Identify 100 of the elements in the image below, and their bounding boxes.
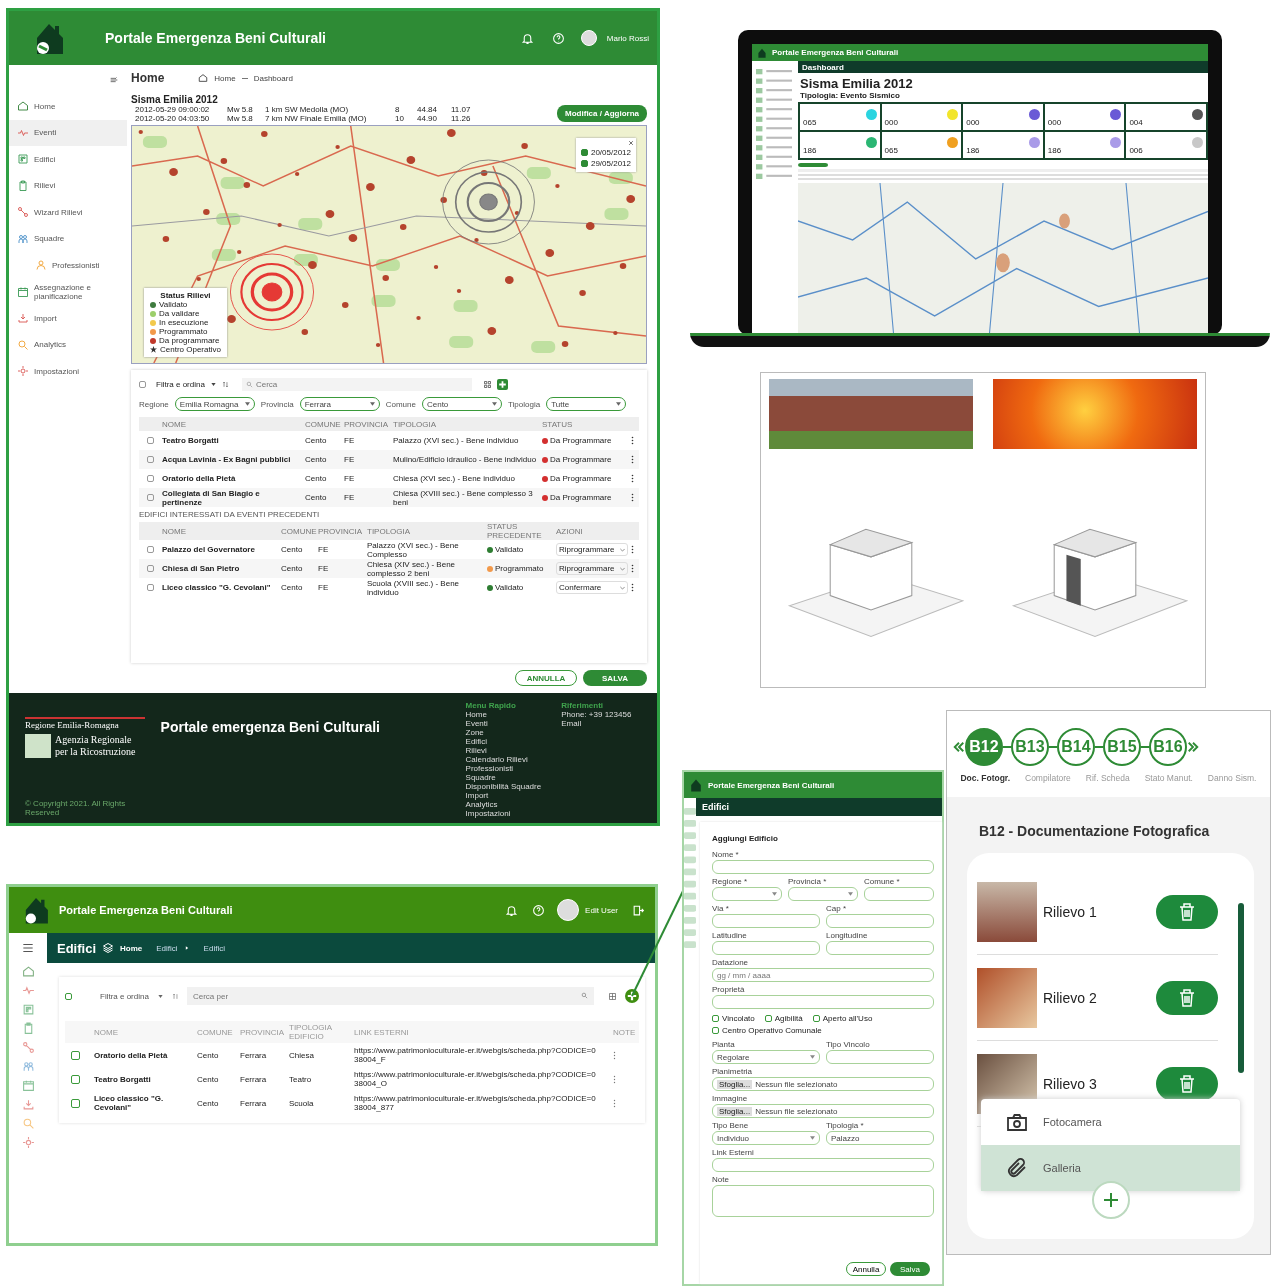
input-field[interactable] xyxy=(826,914,934,928)
building-icon[interactable] xyxy=(21,1003,35,1016)
input-field[interactable] xyxy=(864,887,934,901)
input-field[interactable] xyxy=(712,995,934,1009)
footer-link[interactable]: Edifici xyxy=(465,737,546,746)
input-field[interactable]: Individuo xyxy=(712,1131,820,1145)
input-field[interactable]: Regolare xyxy=(712,1050,820,1064)
checkbox[interactable] xyxy=(712,1015,719,1022)
menu-item[interactable]: Galleria xyxy=(981,1145,1240,1191)
cancel-button[interactable]: ANNULLA xyxy=(515,670,577,686)
row-checkbox[interactable] xyxy=(147,565,154,572)
grid-view-icon[interactable] xyxy=(608,991,617,1001)
double-chevron-left-icon[interactable] xyxy=(953,740,965,754)
table-cell[interactable]: https://www.patrimonioculturale-er.it/webgis/scheda.php?CODICE=038004_877 xyxy=(354,1094,610,1112)
calendar-icon[interactable] xyxy=(21,1079,35,1092)
gear-icon[interactable] xyxy=(21,1136,35,1149)
row-checkbox[interactable] xyxy=(71,1074,80,1084)
step-tab[interactable]: B13 xyxy=(1011,728,1049,766)
sort-icon[interactable] xyxy=(171,992,179,1000)
avatar-icon[interactable] xyxy=(580,30,597,46)
input-field[interactable]: Palazzo xyxy=(826,1131,934,1145)
sidebar-item[interactable]: Impostazioni xyxy=(9,358,127,385)
add-button[interactable] xyxy=(496,378,508,390)
save-button[interactable]: SALVA xyxy=(583,670,647,686)
search-field[interactable]: Cerca xyxy=(241,377,472,391)
breadcrumb-link[interactable]: Edifici xyxy=(156,943,178,953)
help-icon[interactable] xyxy=(551,31,565,45)
breadcrumb-link[interactable]: Home xyxy=(120,943,143,953)
step-tab[interactable]: B12 xyxy=(965,728,1003,766)
sidebar-item[interactable]: Wizard Rilievi xyxy=(9,199,127,226)
map-drawing[interactable] xyxy=(798,183,1208,335)
input-field[interactable]: gg / mm / aaaa xyxy=(712,968,934,982)
row-checkbox[interactable] xyxy=(147,546,154,553)
user-name[interactable]: Edit User xyxy=(585,905,618,915)
input-field[interactable]: Sfoglia... Nessun file selezionato xyxy=(712,1077,934,1091)
map-drawing[interactable] xyxy=(132,126,646,363)
pulse-icon[interactable] xyxy=(21,984,35,997)
sidebar-item[interactable]: Eventi xyxy=(9,119,127,146)
menu-item[interactable]: Fotocamera xyxy=(981,1099,1240,1145)
step-tab[interactable]: B14 xyxy=(1057,728,1095,766)
nodes-icon[interactable] xyxy=(21,1041,35,1054)
table-cell[interactable]: https://www.patrimonioculturale-er.it/webgis/scheda.php?CODICE=038004_F xyxy=(354,1046,610,1064)
row-checkbox[interactable] xyxy=(147,456,154,463)
action-select[interactable]: Riprogrammare xyxy=(556,543,628,556)
breadcrumb-link[interactable]: Edifici xyxy=(203,943,225,953)
action-select[interactable]: Confermare xyxy=(556,581,628,594)
user-name[interactable]: Mario Rossi xyxy=(606,33,649,43)
delete-button[interactable] xyxy=(1156,1066,1218,1101)
input-field[interactable] xyxy=(712,941,820,955)
scrollbar[interactable] xyxy=(1238,903,1244,1073)
close-icon[interactable] xyxy=(628,140,634,146)
footer-link[interactable]: Zone xyxy=(465,728,546,737)
input-field[interactable] xyxy=(712,860,934,874)
sidebar-item[interactable]: Professionisti xyxy=(9,252,127,279)
breadcrumb-link[interactable]: Dashboard xyxy=(253,73,293,83)
breadcrumb-link[interactable]: Home xyxy=(214,73,236,83)
sidebar-item[interactable]: Analytics xyxy=(9,331,127,358)
row-checkbox[interactable] xyxy=(147,494,154,501)
sidebar-item[interactable]: Squadre xyxy=(9,225,127,252)
checkbox[interactable] xyxy=(764,1015,772,1022)
delete-button[interactable] xyxy=(1156,894,1218,929)
row-checkbox[interactable] xyxy=(147,475,154,482)
search-field[interactable]: Cerca per xyxy=(186,987,594,1005)
input-field[interactable] xyxy=(826,941,934,955)
grid-view-icon[interactable] xyxy=(482,379,492,389)
checkbox[interactable] xyxy=(580,160,588,167)
input-field[interactable] xyxy=(712,887,782,901)
double-chevron-right-icon[interactable] xyxy=(1187,740,1199,754)
logout-icon[interactable] xyxy=(632,903,645,917)
sidebar-item[interactable]: Import xyxy=(9,305,127,332)
footer-link[interactable]: Rilievi xyxy=(465,746,546,755)
edit-button[interactable]: Modifica / Aggiorna xyxy=(557,105,647,122)
footer-link[interactable]: Disponibilità Squadre xyxy=(465,782,546,791)
footer-link[interactable]: Eventi xyxy=(465,719,546,728)
checkbox[interactable] xyxy=(812,1015,820,1022)
checkbox[interactable] xyxy=(712,1027,719,1034)
row-checkbox[interactable] xyxy=(71,1098,80,1108)
bell-icon[interactable] xyxy=(520,31,534,45)
select-all-checkbox[interactable] xyxy=(65,992,72,1000)
footer-link[interactable]: Impostazioni xyxy=(465,809,546,818)
step-tab[interactable]: B15 xyxy=(1103,728,1141,766)
footer-link[interactable]: Home xyxy=(465,710,546,719)
footer-link[interactable]: Squadre xyxy=(465,773,546,782)
step-tab[interactable]: B16 xyxy=(1149,728,1187,766)
bell-icon[interactable] xyxy=(505,903,519,917)
footer-link[interactable]: Professionisti xyxy=(465,764,546,773)
checkbox[interactable] xyxy=(580,149,588,156)
filter-dropdown[interactable]: Filtra e ordina xyxy=(156,379,205,389)
people-icon[interactable] xyxy=(21,1060,35,1073)
row-checkbox[interactable] xyxy=(147,584,154,591)
input-field[interactable] xyxy=(712,1185,934,1217)
menu-icon[interactable] xyxy=(21,941,35,955)
filter-dropdown[interactable]: Filtra e ordina xyxy=(100,991,149,1001)
input-field[interactable] xyxy=(826,1050,934,1064)
footer-link[interactable]: Import xyxy=(465,791,546,800)
input-field[interactable]: Sfoglia... Nessun file selezionato xyxy=(712,1104,934,1118)
sidebar-item[interactable]: Assegnazione e pianificazione xyxy=(9,278,127,305)
cancel-button[interactable]: Annulla xyxy=(846,1262,886,1276)
sidebar-item[interactable]: Rilievi xyxy=(9,172,127,199)
collapse-icon[interactable] xyxy=(109,75,119,85)
